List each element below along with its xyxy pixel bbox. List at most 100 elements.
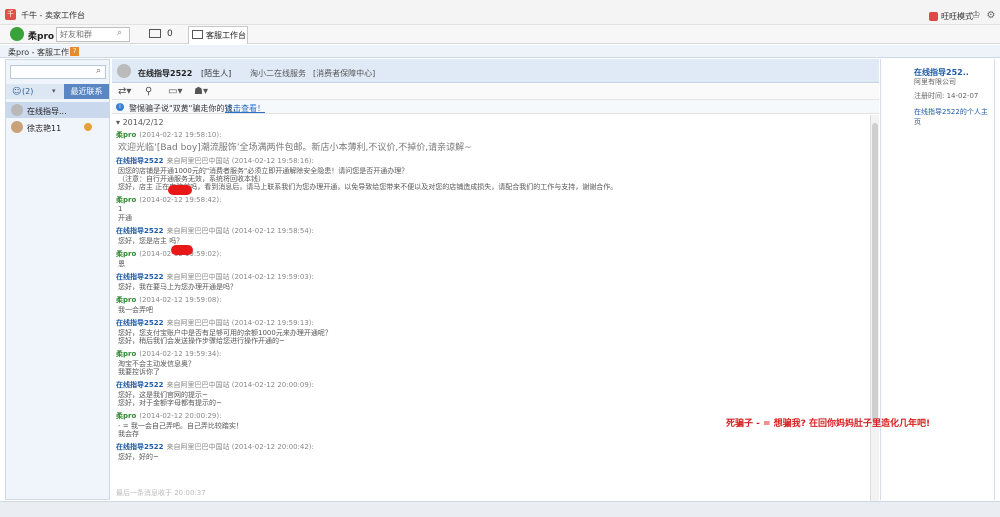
- scrollbar-thumb[interactable]: [872, 123, 878, 423]
- info-icon: i: [116, 103, 124, 111]
- message-header: 在线指导2522 来自阿里巴巴中国站 (2014-02-12 20:00:42):: [116, 442, 314, 452]
- chat-contact-guard: [消费者保障中心]: [313, 69, 376, 78]
- message-header: 在线指导2522 来自阿里巴巴中国站 (2014-02-12 19:58:16):: [116, 156, 314, 166]
- message-sender[interactable]: 柔pro: [116, 412, 136, 420]
- wangwang-icon[interactable]: [929, 12, 938, 21]
- sidebar-tab-contacts[interactable]: (2): [22, 87, 33, 96]
- chat-contact-desc: 淘小二在线服务: [250, 69, 306, 78]
- message-header: 柔pro (2014-02-12 19:59:02):: [116, 249, 221, 259]
- overlay-annotation: 死骗子 - = 想骗我? 在回你妈妈肚子里造化几年吧!: [726, 419, 931, 429]
- status-bar: [0, 501, 1000, 517]
- message-sender[interactable]: 柔pro: [116, 296, 136, 304]
- profile-panel: 在线指导252.. 阿里有限公司 注册时间: 14-02-07 在线指导2522…: [880, 59, 995, 500]
- chat-toolbar: ⇄▾ ⚲ ▭▾ ☗▾: [112, 84, 879, 100]
- message-meta: (2014-02-12 19:59:08):: [139, 296, 222, 304]
- chat-contact-name[interactable]: 在线指导2522: [138, 68, 192, 79]
- sidebar-tabs: ☺ (2) ▾ 最近联系: [6, 84, 109, 99]
- message-meta: 来自阿里巴巴中国站 (2014-02-12 19:58:16):: [166, 157, 314, 165]
- chat-contact-tag: [陌生人]: [201, 69, 232, 78]
- warning-text: 警惕骗子说"双黄"骗走你的钱，: [129, 104, 241, 113]
- message-sender[interactable]: 在线指导2522: [116, 443, 163, 451]
- mail-icon[interactable]: [149, 29, 161, 38]
- contact-name: 在线指导...: [27, 107, 67, 116]
- message-sender[interactable]: 在线指导2522: [116, 273, 163, 281]
- account-status-icon[interactable]: [10, 27, 24, 41]
- profile-company: 阿里有限公司: [914, 78, 956, 86]
- profile-homepage-link[interactable]: 在线指导2522的个人主页: [914, 107, 994, 127]
- message-meta: (2014-02-12 20:00:29):: [139, 412, 222, 420]
- workbench-icon: [192, 30, 203, 39]
- message-sender[interactable]: 柔pro: [116, 250, 136, 258]
- sidebar-search-input[interactable]: [10, 65, 106, 79]
- chat-header: 在线指导2522 [陌生人] 淘小二在线服务 [消费者保障中心]: [112, 59, 879, 83]
- message-header: 柔pro (2014-02-12 20:00:29):: [116, 411, 221, 421]
- workbench-badge: 7: [70, 47, 79, 56]
- message-meta: 来自阿里巴巴中国站 (2014-02-12 19:59:13):: [166, 319, 314, 327]
- message-body: 1: [118, 205, 123, 213]
- message-meta: 来自阿里巴巴中国站 (2014-02-12 20:00:42):: [166, 443, 314, 451]
- shirt-icon[interactable]: ♔: [970, 10, 982, 22]
- message-body: 您好，店主 正在电脑前吗，看到消息后，请马上联系我们为您办理开通，以免导致给您带…: [118, 183, 618, 191]
- message-body: 您好，我在要马上为您办理开通是吗？: [118, 283, 237, 291]
- message-meta: 来自阿里巴巴中国站 (2014-02-12 20:00:09):: [166, 381, 314, 389]
- monitor-icon[interactable]: ▭▾: [168, 86, 182, 97]
- sidebar-item-contact[interactable]: 在线指导...: [6, 102, 109, 118]
- fraud-warning-bar: i 警惕骗子说"双黄"骗走你的钱， 点击查看！: [112, 100, 879, 114]
- search-icon[interactable]: ⌕: [117, 28, 122, 38]
- workbench-title: 柔pro - 客服工作台: [8, 48, 78, 57]
- profile-register-date: 注册时间: 14-02-07: [914, 92, 979, 100]
- message-meta: (2014-02-12 19:58:10):: [139, 131, 222, 139]
- gear-icon[interactable]: ⚙: [985, 10, 997, 22]
- chevron-down-icon[interactable]: ▾: [52, 87, 56, 95]
- message-meta: 来自阿里巴巴中国站 (2014-02-12 19:58:54):: [166, 227, 314, 235]
- contact-sidebar: ⌕ ☺ (2) ▾ 最近联系 在线指导... 徐志艳11: [5, 59, 110, 500]
- message-meta: 来自阿里巴巴中国站 (2014-02-12 19:59:03):: [166, 273, 314, 281]
- message-sender[interactable]: 柔pro: [116, 350, 136, 358]
- message-list: ▾ 2014/2/12 柔pro (2014-02-12 19:58:10): 欢迎光…: [112, 115, 870, 501]
- window-title: 千牛 - 卖家工作台: [21, 11, 85, 20]
- title-bar: 千 千牛 - 卖家工作台 旺旺模式 ♔ ⚙: [0, 0, 1000, 25]
- message-meta: (2014-02-12 19:59:34):: [139, 350, 222, 358]
- avatar: [11, 104, 23, 116]
- warning-link[interactable]: 点击查看！: [225, 103, 265, 114]
- message-sender[interactable]: 柔pro: [116, 196, 136, 204]
- avatar: [11, 121, 23, 133]
- sidebar-tab-recent[interactable]: 最近联系: [64, 84, 109, 99]
- account-name[interactable]: 柔pro: [28, 29, 54, 42]
- message-scrollbar[interactable]: [870, 115, 879, 501]
- contact-name: 徐志艳11: [27, 124, 62, 133]
- avatar[interactable]: [117, 64, 131, 78]
- workbench-header: 柔pro - 客服工作台 7: [0, 45, 1000, 58]
- message-sender[interactable]: 在线指导2522: [116, 319, 163, 327]
- message-sender[interactable]: 在线指导2522: [116, 227, 163, 235]
- message-meta: (2014-02-12 19:58:42):: [139, 196, 222, 204]
- wangwang-mode-button[interactable]: 旺旺模式: [941, 11, 973, 22]
- message-header: 在线指导2522 来自阿里巴巴中国站 (2014-02-12 19:59:03):: [116, 272, 314, 282]
- message-sender[interactable]: 在线指导2522: [116, 381, 163, 389]
- add-contact-icon[interactable]: ⚲: [145, 86, 152, 97]
- message-body: 我一会弄吧: [118, 306, 153, 314]
- message-body: 开通: [118, 214, 132, 222]
- message-body: 欢迎光临‘[Bad boy]潮流服饰’全场满两件包邮。新店小本薄利,不议价,不掉…: [118, 143, 472, 153]
- status-icon: [84, 123, 92, 131]
- main-toolbar: 柔pro ⌕ 0 客服工作台: [0, 25, 1000, 44]
- message-header: 在线指导2522 来自阿里巴巴中国站 (2014-02-12 19:59:13):: [116, 318, 314, 328]
- message-header: 柔pro (2014-02-12 19:59:08):: [116, 295, 221, 305]
- message-body: 您好，对于金额字母都有提示的~: [118, 399, 222, 407]
- last-message-time: 最后一条消息收于 20:00:37: [116, 489, 206, 497]
- date-label: 2014/2/12: [122, 118, 164, 127]
- message-body: 我会存: [118, 430, 139, 438]
- message-sender[interactable]: 柔pro: [116, 131, 136, 139]
- message-body: 我要控诉你了: [118, 368, 160, 376]
- redaction-blot: [168, 185, 192, 195]
- message-header: 柔pro (2014-02-12 19:58:42):: [116, 195, 221, 205]
- message-header: 柔pro (2014-02-12 19:59:34):: [116, 349, 221, 359]
- sidebar-item-contact[interactable]: 徐志艳11: [6, 119, 109, 135]
- app-logo-icon: 千: [5, 9, 16, 20]
- message-sender[interactable]: 在线指导2522: [116, 157, 163, 165]
- user-icon[interactable]: ☗▾: [194, 86, 208, 97]
- tab-service-workbench-label: 客服工作台: [206, 31, 246, 40]
- transfer-icon[interactable]: ⇄▾: [118, 86, 131, 97]
- redaction-blot: [171, 245, 193, 255]
- search-icon[interactable]: ⌕: [96, 66, 101, 76]
